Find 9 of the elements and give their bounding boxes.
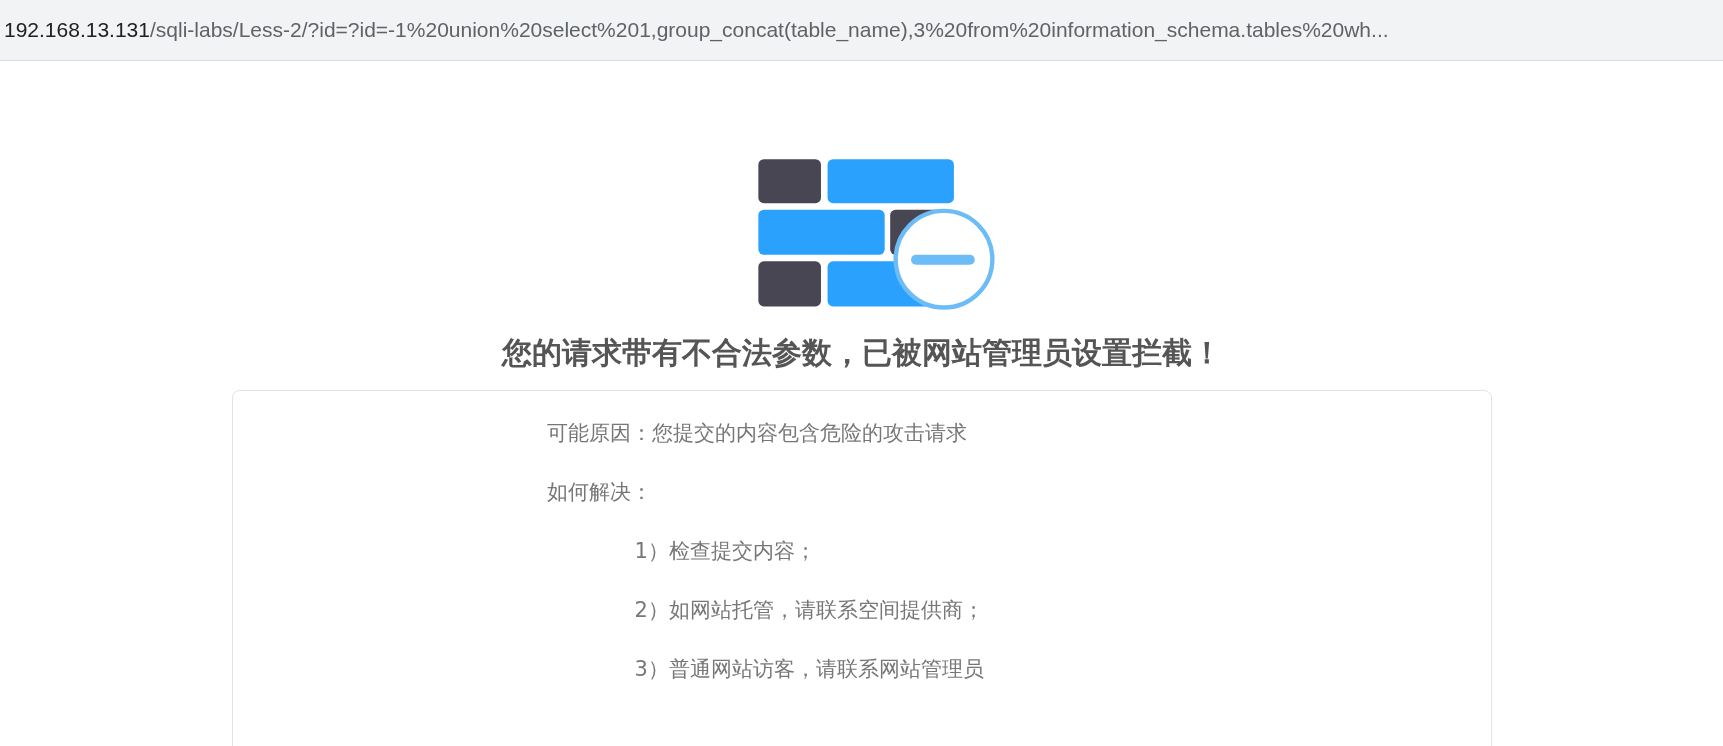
block-heading: 您的请求带有不合法参数，已被网站管理员设置拦截！ bbox=[501, 334, 1222, 372]
address-bar[interactable]: 192.168.13.131/sqli-labs/Less-2/?id=?id=-1%20union%20select%201,group_concat(table_name),3%20from%20information_schema.tables%20wh... bbox=[0, 0, 1723, 61]
solution-step: 1）检查提交内容； bbox=[546, 535, 1491, 567]
solution-step: 2）如网站托管，请联系空间提供商； bbox=[546, 594, 1491, 626]
url-text: 192.168.13.131/sqli-labs/Less-2/?id=?id=-1%20union%20select%201,group_concat(table_name),3%20from%20information_schema.tables%20wh... bbox=[4, 18, 1389, 42]
blocked-wall-icon bbox=[755, 157, 998, 313]
reason-text: 可能原因：您提交的内容包含危险的攻击请求 bbox=[546, 420, 968, 447]
solution-step: 3）普通网站访客，请联系网站管理员 bbox=[546, 653, 1491, 685]
solution-label: 如何解决： bbox=[546, 479, 653, 506]
